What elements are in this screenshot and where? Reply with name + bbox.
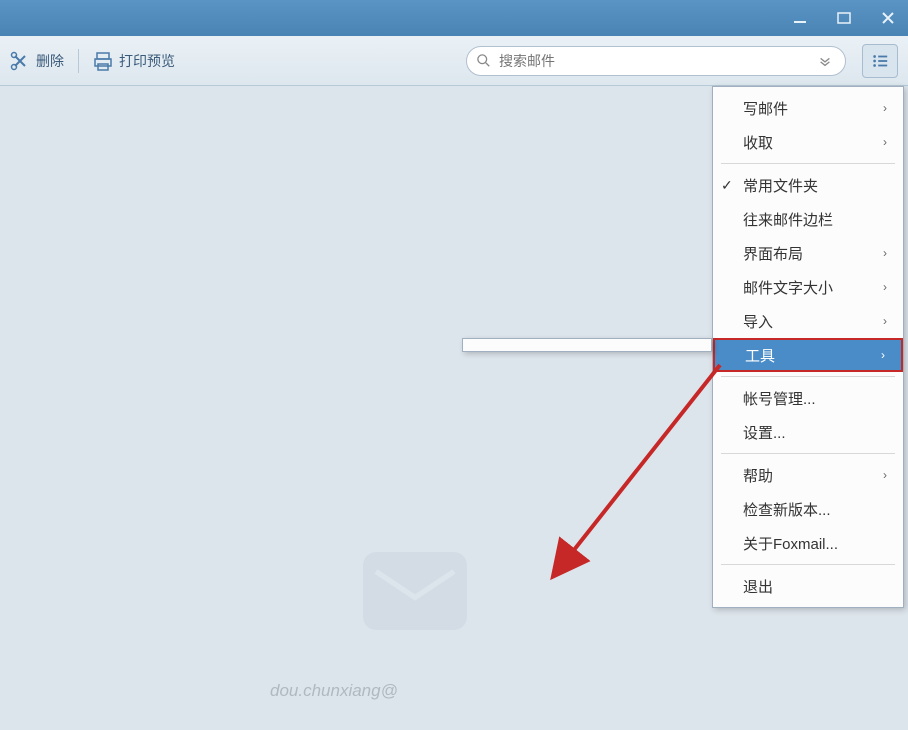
menu-item-label: 退出 [743,576,773,597]
tools-submenu [462,338,712,352]
menu-item[interactable]: 工具 › [713,338,903,372]
chevron-right-icon: › [883,314,887,328]
print-preview-button[interactable]: 打印预览 [93,51,175,71]
delete-label: 删除 [36,51,64,71]
menu-divider [721,453,895,454]
print-preview-label: 打印预览 [119,51,175,71]
watermark-email-text: dou.chunxiang@ [270,681,398,701]
toolbar: 删除 打印预览 [0,36,908,86]
printer-icon [93,51,113,71]
chevron-right-icon: › [883,280,887,294]
menu-item-label: 设置... [743,422,786,443]
menu-item-label: 常用文件夹 [743,175,818,196]
menu-item[interactable]: 检查新版本... [713,492,903,526]
menu-item-label: 工具 [745,345,775,366]
menu-divider [721,376,895,377]
menu-item-label: 关于Foxmail... [743,533,838,554]
menu-item-label: 写邮件 [743,98,788,119]
menu-item-label: 收取 [743,132,773,153]
toolbar-separator [78,49,79,73]
watermark-logo [350,526,480,656]
scissors-icon [10,51,30,71]
menu-item[interactable]: 帐号管理... [713,381,903,415]
menu-item[interactable]: 写邮件 › [713,91,903,125]
main-menu-button[interactable] [862,44,898,78]
menu-item[interactable]: 退出 [713,569,903,603]
chevron-right-icon: › [881,348,885,362]
menu-divider [721,564,895,565]
menu-item[interactable]: 设置... [713,415,903,449]
menu-item[interactable]: 往来邮件边栏 [713,202,903,236]
main-menu: 写邮件 › 收取 › ✓ 常用文件夹往来邮件边栏界面布局 › 邮件文字大小 › 导入 › 工具 › 帐号管… [712,86,904,608]
menu-item-label: 检查新版本... [743,499,831,520]
menu-item-label: 帮助 [743,465,773,486]
menu-divider [721,163,895,164]
chevron-right-icon: › [883,468,887,482]
menu-item[interactable]: 界面布局 › [713,236,903,270]
chevron-right-icon: › [883,135,887,149]
menu-item[interactable]: 收取 › [713,125,903,159]
search-dropdown-icon[interactable] [815,51,835,71]
menu-item[interactable]: 关于Foxmail... [713,526,903,560]
search-icon [477,54,491,68]
minimize-button[interactable] [788,8,812,28]
window-titlebar [0,0,908,36]
menu-item-label: 往来邮件边栏 [743,209,833,230]
delete-button[interactable]: 删除 [10,51,64,71]
close-button[interactable] [876,8,900,28]
menu-item-label: 界面布局 [743,243,803,264]
chevron-right-icon: › [883,246,887,260]
menu-item-label: 帐号管理... [743,388,816,409]
chevron-right-icon: › [883,101,887,115]
search-box[interactable] [466,46,846,76]
menu-item[interactable]: 邮件文字大小 › [713,270,903,304]
menu-item[interactable]: ✓ 常用文件夹 [713,168,903,202]
menu-item[interactable]: 帮助 › [713,458,903,492]
menu-item[interactable]: 导入 › [713,304,903,338]
check-icon: ✓ [721,177,733,194]
menu-item-label: 导入 [743,311,773,332]
menu-item-label: 邮件文字大小 [743,277,833,298]
maximize-button[interactable] [832,8,856,28]
search-input[interactable] [499,53,807,69]
